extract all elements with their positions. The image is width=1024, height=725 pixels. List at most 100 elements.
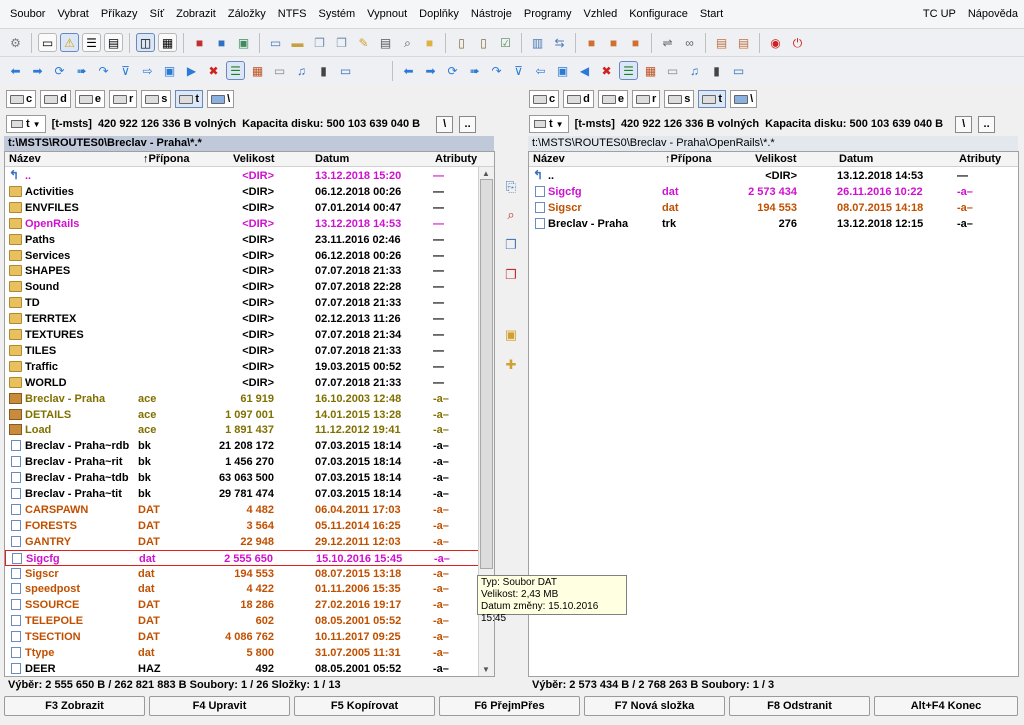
unpack-icon[interactable]: ■ [604,33,623,52]
pack-icon[interactable]: ■ [582,33,601,52]
table-row[interactable]: SHAPES <DIR> 07.07.2018 21:33 — [5,263,494,279]
tools-icon[interactable]: ▤ [734,33,753,52]
table-row[interactable]: TILES <DIR> 07.07.2018 21:33 — [5,343,494,359]
menu-doplnky[interactable]: Doplňky [413,0,465,28]
window-icon[interactable]: ▭ [38,33,57,52]
duplicate-icon[interactable]: ❐ [332,33,351,52]
drive-button-e[interactable]: e [597,90,628,108]
color-list-icon[interactable]: ☰ [226,61,245,80]
view-file-icon[interactable]: ⎘ [502,178,520,196]
table-row[interactable]: Traffic <DIR> 19.03.2015 00:52 — [5,359,494,375]
refresh-icon[interactable]: ⟳ [443,61,462,80]
brief-view-icon[interactable]: ☰ [82,33,101,52]
f5-copy-button[interactable]: F5 Kopírovat [294,696,435,716]
filter-icon[interactable]: ⊽ [116,61,135,80]
copy-icon[interactable]: ❐ [310,33,329,52]
menu-sit[interactable]: Síť [144,0,171,28]
menu-start[interactable]: Start [694,0,729,28]
clipboard-icon[interactable]: ▯ [452,33,471,52]
notepad-icon[interactable]: ▭ [663,61,682,80]
alt-f4-exit-button[interactable]: Alt+F4 Konec [874,696,1018,716]
table-row[interactable]: TERRTEX <DIR> 02.12.2013 11:26 — [5,311,494,327]
drive-button-network[interactable]: \ [730,90,758,108]
drive-button-c[interactable]: c [6,90,37,108]
table-row[interactable]: TSECTION DAT 4 086 762 10.11.2017 09:25 -a– [5,629,494,645]
left-path-bar[interactable]: t:\MSTS\ROUTES0\Breclav - Praha\*.* [4,136,494,151]
column-date[interactable]: Datum [315,153,349,165]
drive-button-d[interactable]: d [563,90,594,108]
image-icon[interactable]: ▭ [336,61,355,80]
f6-move-button[interactable]: F6 PřejmPřes [439,696,580,716]
drive-button-t[interactable]: t [698,90,727,108]
table-row[interactable]: GANTRY DAT 22 948 29.12.2011 12:03 -a– [5,534,494,550]
play-icon[interactable]: ▶ [182,61,201,80]
full-view-icon[interactable]: ▤ [104,33,123,52]
drive-button-d[interactable]: d [40,90,71,108]
print-icon[interactable]: ▤ [712,33,731,52]
left-file-panel[interactable]: Název ↑Přípona Velikost Datum Atributy ↰… [4,151,495,677]
column-attr[interactable]: Atributy [959,153,1001,165]
briefcase-icon[interactable]: ■ [190,33,209,52]
target-icon[interactable]: ◉ [766,33,785,52]
redo-icon[interactable]: ↷ [94,61,113,80]
scroll-up-icon[interactable]: ▲ [482,169,490,178]
f3-view-button[interactable]: F3 Zobrazit [4,696,145,716]
filter-icon[interactable]: ⊽ [509,61,528,80]
sync-icon[interactable]: ⇆ [550,33,569,52]
redo-icon[interactable]: ↷ [487,61,506,80]
table-row[interactable]: Ttype dat 5 800 31.07.2005 11:31 -a– [5,645,494,661]
table-row[interactable]: Sigscr dat 194 553 08.07.2015 14:18 -a– [529,200,1018,216]
table-row-selected[interactable]: Sigcfg dat 2 555 650 15.10.2016 15:45 -a– [5,549,494,566]
column-ext[interactable]: ↑Přípona [665,153,711,165]
back-arrow-icon[interactable]: ⬅ [6,61,25,80]
table-row[interactable]: speedpost dat 4 422 01.11.2006 15:35 -a– [5,581,494,597]
column-date[interactable]: Datum [839,153,873,165]
root-button[interactable]: \ [436,115,454,133]
left-drive-select[interactable]: t ▼ [6,115,46,133]
monitor-icon[interactable]: ▭ [266,33,285,52]
table-row[interactable]: DETAILS ace 1 097 001 14.01.2015 13:28 -a– [5,407,494,423]
menu-tc-up[interactable]: TC UP [917,0,962,28]
image-icon[interactable]: ▭ [729,61,748,80]
search-file-icon[interactable]: ⌕ [502,206,520,224]
table-row[interactable]: ENVFILES <DIR> 07.01.2014 00:47 — [5,200,494,216]
frame-icon[interactable]: ▣ [160,61,179,80]
grid-icon[interactable]: ▦ [641,61,660,80]
menu-vzhled[interactable]: Vzhled [578,0,624,28]
table-row[interactable]: Load ace 1 891 437 11.12.2012 19:41 -a– [5,422,494,438]
copy-files-icon[interactable]: ❐ [502,236,520,254]
checklist-icon[interactable]: ☑ [496,33,515,52]
column-size[interactable]: Velikost [233,153,275,165]
menu-prikazy[interactable]: Příkazy [95,0,144,28]
split-panels-icon[interactable]: ◫ [136,33,155,52]
back-arrow-icon[interactable]: ⬅ [399,61,418,80]
column-size[interactable]: Velikost [755,153,797,165]
music-icon[interactable]: ♫ [292,61,311,80]
go-back-icon[interactable]: ⇦ [531,61,550,80]
table-row[interactable]: Sound <DIR> 07.07.2018 22:28 — [5,279,494,295]
table-row[interactable]: OpenRails <DIR> 13.12.2018 14:53 — [5,216,494,232]
parent-button[interactable]: .. [978,115,996,133]
ftp-link-icon[interactable]: ∞ [680,33,699,52]
table-row[interactable]: ↰.. <DIR> 13.12.2018 14:53 — [529,168,1018,184]
move-right-icon[interactable]: ➠ [72,61,91,80]
ftp-connect-icon[interactable]: ⇌ [658,33,677,52]
table-row[interactable]: TELEPOLE DAT 602 08.05.2001 05:52 -a– [5,613,494,629]
table-row[interactable]: FORESTS DAT 3 564 05.11.2014 16:25 -a– [5,518,494,534]
menu-zalozky[interactable]: Záložky [222,0,272,28]
folder-icon[interactable]: ■ [420,33,439,52]
forward-arrow-icon[interactable]: ➡ [421,61,440,80]
menu-ntfs[interactable]: NTFS [272,0,313,28]
menu-nastroje[interactable]: Nástroje [465,0,518,28]
edit-icon[interactable]: ✎ [354,33,373,52]
table-row[interactable]: Breclav - Praha ace 61 919 16.10.2003 12:48… [5,391,494,407]
list-icon[interactable]: ▤ [376,33,395,52]
grid-icon[interactable]: ▦ [248,61,267,80]
column-attr[interactable]: Atributy [435,153,477,165]
warning-icon[interactable]: ⚠ [60,33,79,52]
menu-system[interactable]: Systém [312,0,361,28]
drive-button-c[interactable]: c [529,90,560,108]
goto-icon[interactable]: ⇨ [138,61,157,80]
right-drive-select[interactable]: t ▼ [529,115,569,133]
table-row[interactable]: CARSPAWN DAT 4 482 06.04.2011 17:03 -a– [5,502,494,518]
